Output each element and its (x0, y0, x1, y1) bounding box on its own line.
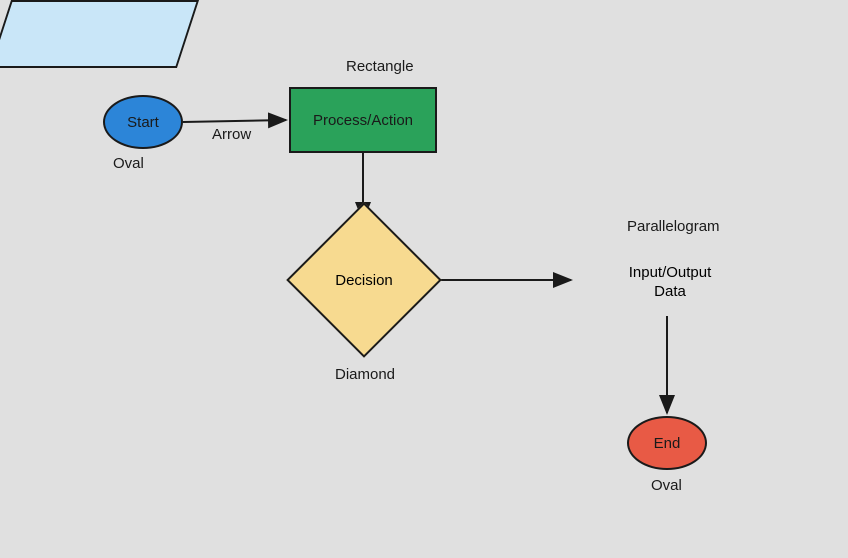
decision-diamond: Decision (309, 225, 419, 335)
io-shape-label: Parallelogram (627, 218, 720, 235)
process-text: Process/Action (313, 112, 413, 129)
end-shape-label: Oval (651, 477, 682, 494)
arrow-start-to-process (183, 120, 286, 122)
process-rectangle: Process/Action (289, 87, 437, 153)
process-shape-label: Rectangle (346, 58, 414, 75)
io-parallelogram-text-wrap: Input/Output Data (576, 248, 764, 316)
decision-shape-label: Diamond (335, 366, 395, 383)
decision-text: Decision (335, 272, 393, 289)
io-text: Input/Output Data (629, 263, 712, 302)
start-shape-label: Oval (113, 155, 144, 172)
io-parallelogram (0, 0, 199, 68)
start-oval: Start (103, 95, 183, 149)
end-oval: End (627, 416, 707, 470)
start-text: Start (127, 114, 159, 131)
end-text: End (654, 435, 681, 452)
arrow-label: Arrow (212, 126, 251, 143)
